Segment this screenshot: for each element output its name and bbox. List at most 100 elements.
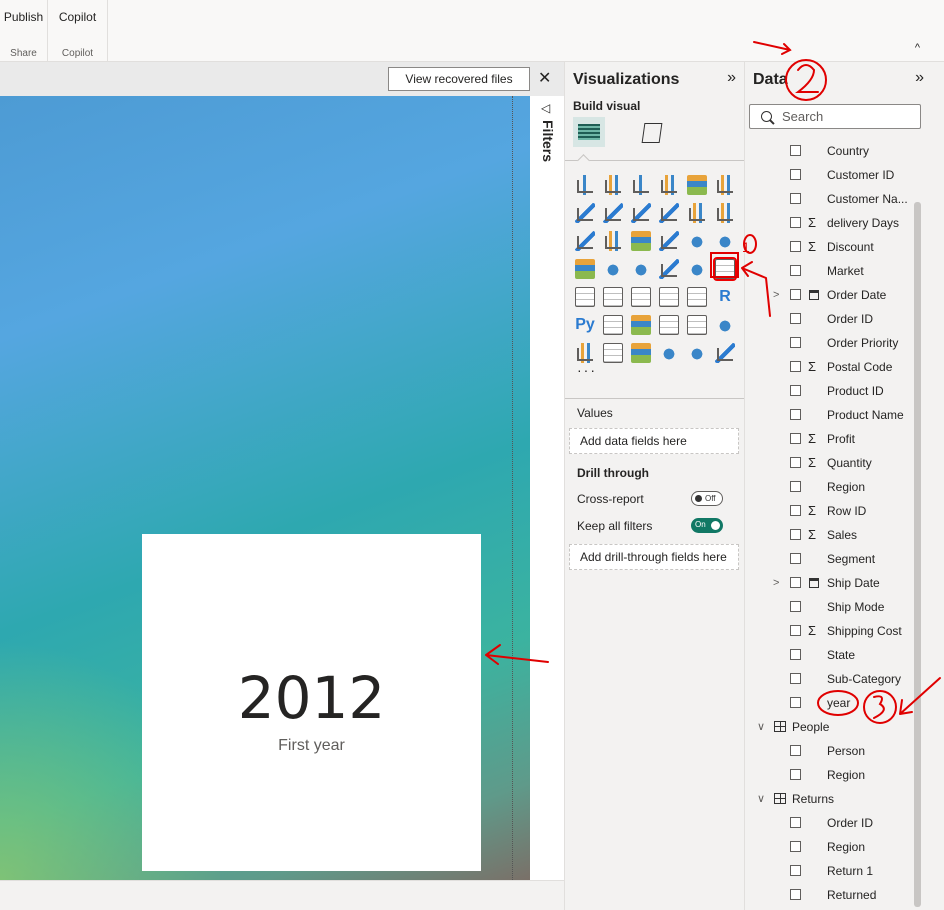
field-item[interactable]: Region xyxy=(745,763,915,787)
line-column-icon[interactable] xyxy=(687,203,707,223)
field-item[interactable]: Σ Profit xyxy=(745,427,915,451)
ribbon-chart-icon[interactable] xyxy=(575,231,595,251)
close-icon[interactable]: ✕ xyxy=(538,68,551,88)
new-visual-icon[interactable] xyxy=(659,343,679,363)
field-checkbox[interactable] xyxy=(790,649,801,660)
expand-data-icon[interactable]: » xyxy=(915,69,924,87)
narrative-icon[interactable] xyxy=(687,315,707,335)
card-icon[interactable] xyxy=(713,257,737,281)
format-visual-tab-icon[interactable] xyxy=(637,117,669,147)
field-item[interactable]: Σ Sales xyxy=(745,523,915,547)
python-visual-icon[interactable]: Py xyxy=(575,315,595,335)
field-checkbox[interactable] xyxy=(790,169,801,180)
field-checkbox[interactable] xyxy=(790,265,801,276)
field-item[interactable]: Σdelivery Days xyxy=(745,211,915,235)
map-icon[interactable] xyxy=(603,259,623,279)
field-checkbox[interactable] xyxy=(790,193,801,204)
field-item[interactable]: Region xyxy=(745,835,915,859)
field-checkbox[interactable] xyxy=(790,145,801,156)
field-item[interactable]: > Order Date xyxy=(745,283,915,307)
diamond-icon[interactable] xyxy=(687,343,707,363)
drill-through-well[interactable]: Add drill-through fields here xyxy=(569,544,739,570)
chevron-down-icon[interactable]: ∨ xyxy=(757,787,765,811)
field-item[interactable]: Product Name xyxy=(745,403,915,427)
field-item[interactable]: year xyxy=(745,691,915,715)
field-checkbox[interactable] xyxy=(790,577,801,588)
copilot-button[interactable]: Copilot xyxy=(48,10,107,24)
line-chart-icon[interactable] xyxy=(575,203,595,223)
field-checkbox[interactable] xyxy=(790,337,801,348)
key-influencers-icon[interactable] xyxy=(603,315,623,335)
field-checkbox[interactable] xyxy=(790,241,801,252)
table-item[interactable]: ∨ People xyxy=(745,715,915,739)
field-item[interactable]: Σ Postal Code xyxy=(745,355,915,379)
field-item[interactable]: Return 1 xyxy=(745,859,915,883)
build-visual-tab-icon[interactable] xyxy=(573,117,605,147)
decomposition-tree-icon[interactable] xyxy=(631,315,651,335)
field-item[interactable]: Order Priority xyxy=(745,331,915,355)
field-checkbox[interactable] xyxy=(790,889,801,900)
pie-chart-icon[interactable] xyxy=(687,231,707,251)
field-item[interactable]: Σ Shipping Cost xyxy=(745,619,915,643)
chevron-right-icon[interactable]: > xyxy=(773,283,779,307)
field-item[interactable]: > Ship Date xyxy=(745,571,915,595)
table-icon[interactable] xyxy=(659,287,679,307)
search-input[interactable]: Search xyxy=(749,104,921,129)
area-chart-icon[interactable] xyxy=(603,203,623,223)
field-checkbox[interactable] xyxy=(790,817,801,828)
100-area-icon[interactable] xyxy=(659,203,679,223)
field-checkbox[interactable] xyxy=(790,601,801,612)
kpi-icon[interactable] xyxy=(603,287,623,307)
filled-map-icon[interactable] xyxy=(631,259,651,279)
expand-visualizations-icon[interactable]: » xyxy=(727,69,736,87)
filters-pane[interactable] xyxy=(530,96,564,880)
field-checkbox[interactable] xyxy=(790,457,801,468)
field-checkbox[interactable] xyxy=(790,433,801,444)
treemap-icon[interactable] xyxy=(575,259,595,279)
field-checkbox[interactable] xyxy=(790,625,801,636)
card-visual[interactable]: 2012 First year xyxy=(142,534,481,871)
publish-button[interactable]: Publish xyxy=(0,10,47,24)
arrow-icon[interactable] xyxy=(715,343,735,363)
stacked-column-icon[interactable] xyxy=(603,175,623,195)
clustered-bar-icon[interactable] xyxy=(631,175,651,195)
field-item[interactable]: Country xyxy=(745,139,915,163)
field-checkbox[interactable] xyxy=(790,673,801,684)
field-checkbox[interactable] xyxy=(790,289,801,300)
field-checkbox[interactable] xyxy=(790,361,801,372)
field-checkbox[interactable] xyxy=(790,217,801,228)
field-checkbox[interactable] xyxy=(790,769,801,780)
chevron-right-icon[interactable]: > xyxy=(773,571,779,595)
field-item[interactable]: Ship Mode xyxy=(745,595,915,619)
field-item[interactable]: Order ID xyxy=(745,307,915,331)
stacked-area-icon[interactable] xyxy=(631,203,651,223)
table-item[interactable]: ∨ Returns xyxy=(745,787,915,811)
scrollbar[interactable] xyxy=(914,202,921,907)
field-item[interactable]: Σ Quantity xyxy=(745,451,915,475)
power-automate-icon[interactable] xyxy=(631,343,651,363)
chevron-down-icon[interactable]: ∨ xyxy=(757,715,765,739)
more-visuals-icon[interactable]: ··· xyxy=(577,362,597,378)
qa-icon[interactable] xyxy=(659,315,679,335)
funnel-icon[interactable] xyxy=(631,231,651,251)
collapse-ribbon-icon[interactable]: ^ xyxy=(915,42,920,54)
field-checkbox[interactable] xyxy=(790,481,801,492)
field-item[interactable]: Sub-Category xyxy=(745,667,915,691)
filters-label[interactable]: Filters xyxy=(540,120,556,162)
field-checkbox[interactable] xyxy=(790,313,801,324)
line-clustered-icon[interactable] xyxy=(715,203,735,223)
paginated-report-icon[interactable] xyxy=(575,343,595,363)
gauge-icon[interactable] xyxy=(687,259,707,279)
values-well[interactable]: Add data fields here xyxy=(569,428,739,454)
view-recovered-files-button[interactable]: View recovered files xyxy=(388,67,530,91)
field-checkbox[interactable] xyxy=(790,529,801,540)
goals-icon[interactable] xyxy=(715,315,735,335)
stacked-bar-icon[interactable] xyxy=(575,175,595,195)
azure-map-icon[interactable] xyxy=(659,259,679,279)
filter-icon[interactable]: ◁ xyxy=(541,101,550,115)
field-checkbox[interactable] xyxy=(790,841,801,852)
field-checkbox[interactable] xyxy=(790,865,801,876)
field-item[interactable]: Customer ID xyxy=(745,163,915,187)
field-item[interactable]: Segment xyxy=(745,547,915,571)
donut-chart-icon[interactable] xyxy=(715,231,735,251)
